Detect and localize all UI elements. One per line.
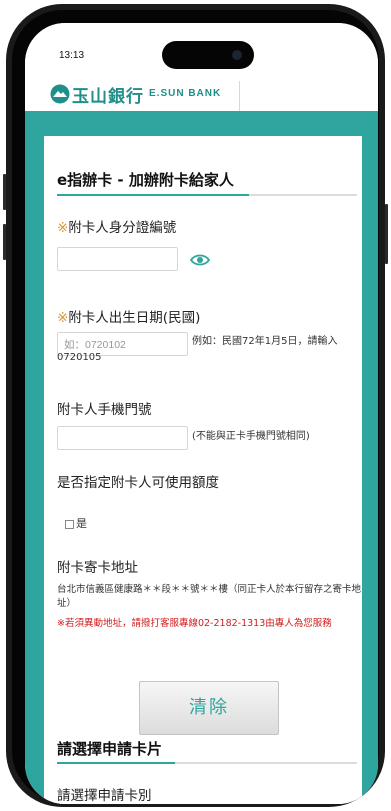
credit-limit-label: 是否指定附卡人可使用額度 xyxy=(57,475,219,491)
phone-side-button xyxy=(3,174,6,210)
card-section-underline-accent xyxy=(57,762,175,764)
app-header: 玉山銀行 E.SUN BANK xyxy=(25,81,378,111)
required-mark: ※ xyxy=(57,220,69,236)
mailing-address-text: 台北市信義區健康路＊＊段＊＊號＊＊樓（同正卡人於本行留存之寄卡地址） xyxy=(57,584,362,609)
dynamic-island xyxy=(162,41,254,69)
esun-logo-icon xyxy=(50,84,70,104)
credit-limit-checkbox[interactable] xyxy=(65,520,74,529)
required-mark: ※ xyxy=(57,310,69,326)
section-underline xyxy=(57,194,357,196)
address-change-warning: ※若須異動地址，請撥打客服專線02-2182-1313由專人為您服務 xyxy=(57,618,332,629)
credit-limit-checkbox-label[interactable]: 是 xyxy=(76,516,87,532)
phone-power-button xyxy=(385,204,388,264)
status-time: 13:13 xyxy=(59,50,85,61)
header-divider xyxy=(239,81,240,111)
mailing-address-label: 附卡寄卡地址 xyxy=(57,560,138,576)
bank-name-cn: 玉山銀行 xyxy=(72,87,144,107)
id-number-label: ※附卡人身分證編號 xyxy=(57,216,176,236)
mobile-hint: (不能與正卡手機門號相同) xyxy=(192,431,310,442)
eye-icon[interactable] xyxy=(190,253,210,267)
mobile-label: 附卡人手機門號 xyxy=(57,402,152,418)
section-title: e指辦卡 - 加辦附卡給家人 xyxy=(57,171,234,189)
bank-name-en: E.SUN BANK xyxy=(149,88,222,99)
clear-button[interactable]: 清除 xyxy=(139,681,279,735)
mobile-input[interactable] xyxy=(57,426,188,450)
id-number-label-text: 附卡人身分證編號 xyxy=(68,220,177,236)
form-panel: e指辦卡 - 加辦附卡給家人 ※附卡人身分證編號 ※附卡人出生日期(民國) 如：… xyxy=(44,136,362,804)
birthdate-label-text: 附卡人出生日期(民國) xyxy=(68,310,201,326)
card-section-underline xyxy=(57,762,357,764)
status-bar: 13:13 xyxy=(25,23,378,81)
camera-icon xyxy=(232,50,242,60)
card-section-title: 請選擇申請卡片 xyxy=(57,740,163,758)
screen: 13:13 玉山銀行 E.SUN BANK e指辦卡 - 加辦附卡給家人 ※附卡… xyxy=(25,23,378,804)
header-band xyxy=(25,111,378,136)
page-gutter-right xyxy=(362,136,378,804)
birthdate-label: ※附卡人出生日期(民國) xyxy=(57,306,200,326)
phone-side-button xyxy=(3,224,6,260)
section-underline-accent xyxy=(57,194,249,196)
id-number-input[interactable] xyxy=(57,247,178,271)
phone-frame: 13:13 玉山銀行 E.SUN BANK e指辦卡 - 加辦附卡給家人 ※附卡… xyxy=(3,4,388,807)
phone-bezel: 13:13 玉山銀行 E.SUN BANK e指辦卡 - 加辦附卡給家人 ※附卡… xyxy=(12,10,379,804)
page-gutter-left xyxy=(25,136,44,804)
birthdate-hint: 例如：民國72年1月5日，請輸入0720105 xyxy=(57,336,338,363)
card-type-label: 請選擇申請卡別 xyxy=(57,788,152,804)
